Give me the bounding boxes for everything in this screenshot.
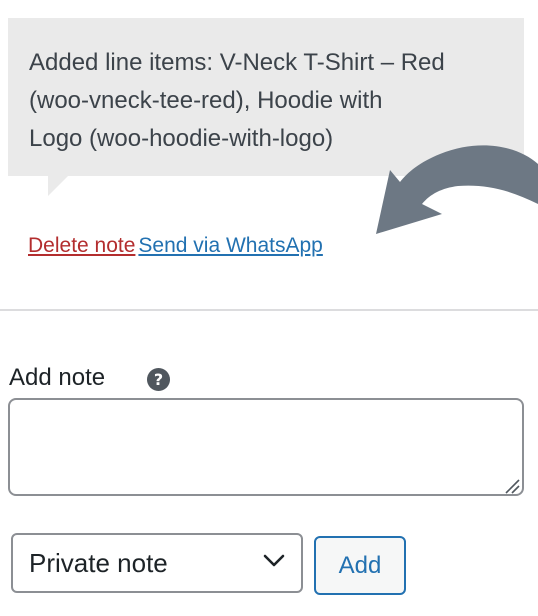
delete-note-link[interactable]: Delete note (28, 234, 135, 257)
note-text-line-1: Added line items: V-Neck T-Shirt – Red (29, 49, 445, 76)
note-bubble-tail (48, 176, 68, 196)
order-notes-panel: Added line items: V-Neck T-Shirt – Red (… (0, 0, 538, 616)
note-type-select[interactable]: Private note (11, 533, 303, 593)
note-type-selected-value: Private note (29, 548, 168, 578)
send-via-whatsapp-link[interactable]: Send via WhatsApp (138, 234, 322, 257)
add-note-button[interactable]: Add (314, 536, 406, 595)
add-note-label: Add note (9, 364, 106, 391)
add-note-textarea[interactable] (8, 398, 524, 496)
help-icon[interactable]: ? (147, 368, 170, 391)
chevron-down-icon (263, 554, 285, 567)
divider (0, 309, 538, 311)
resize-handle-icon[interactable] (504, 478, 520, 494)
note-text-line-2: (woo-vneck-tee-red), Hoodie with (29, 87, 383, 114)
note-actions: Delete note Send via WhatsApp (28, 232, 323, 260)
curved-arrow-icon (376, 145, 538, 234)
